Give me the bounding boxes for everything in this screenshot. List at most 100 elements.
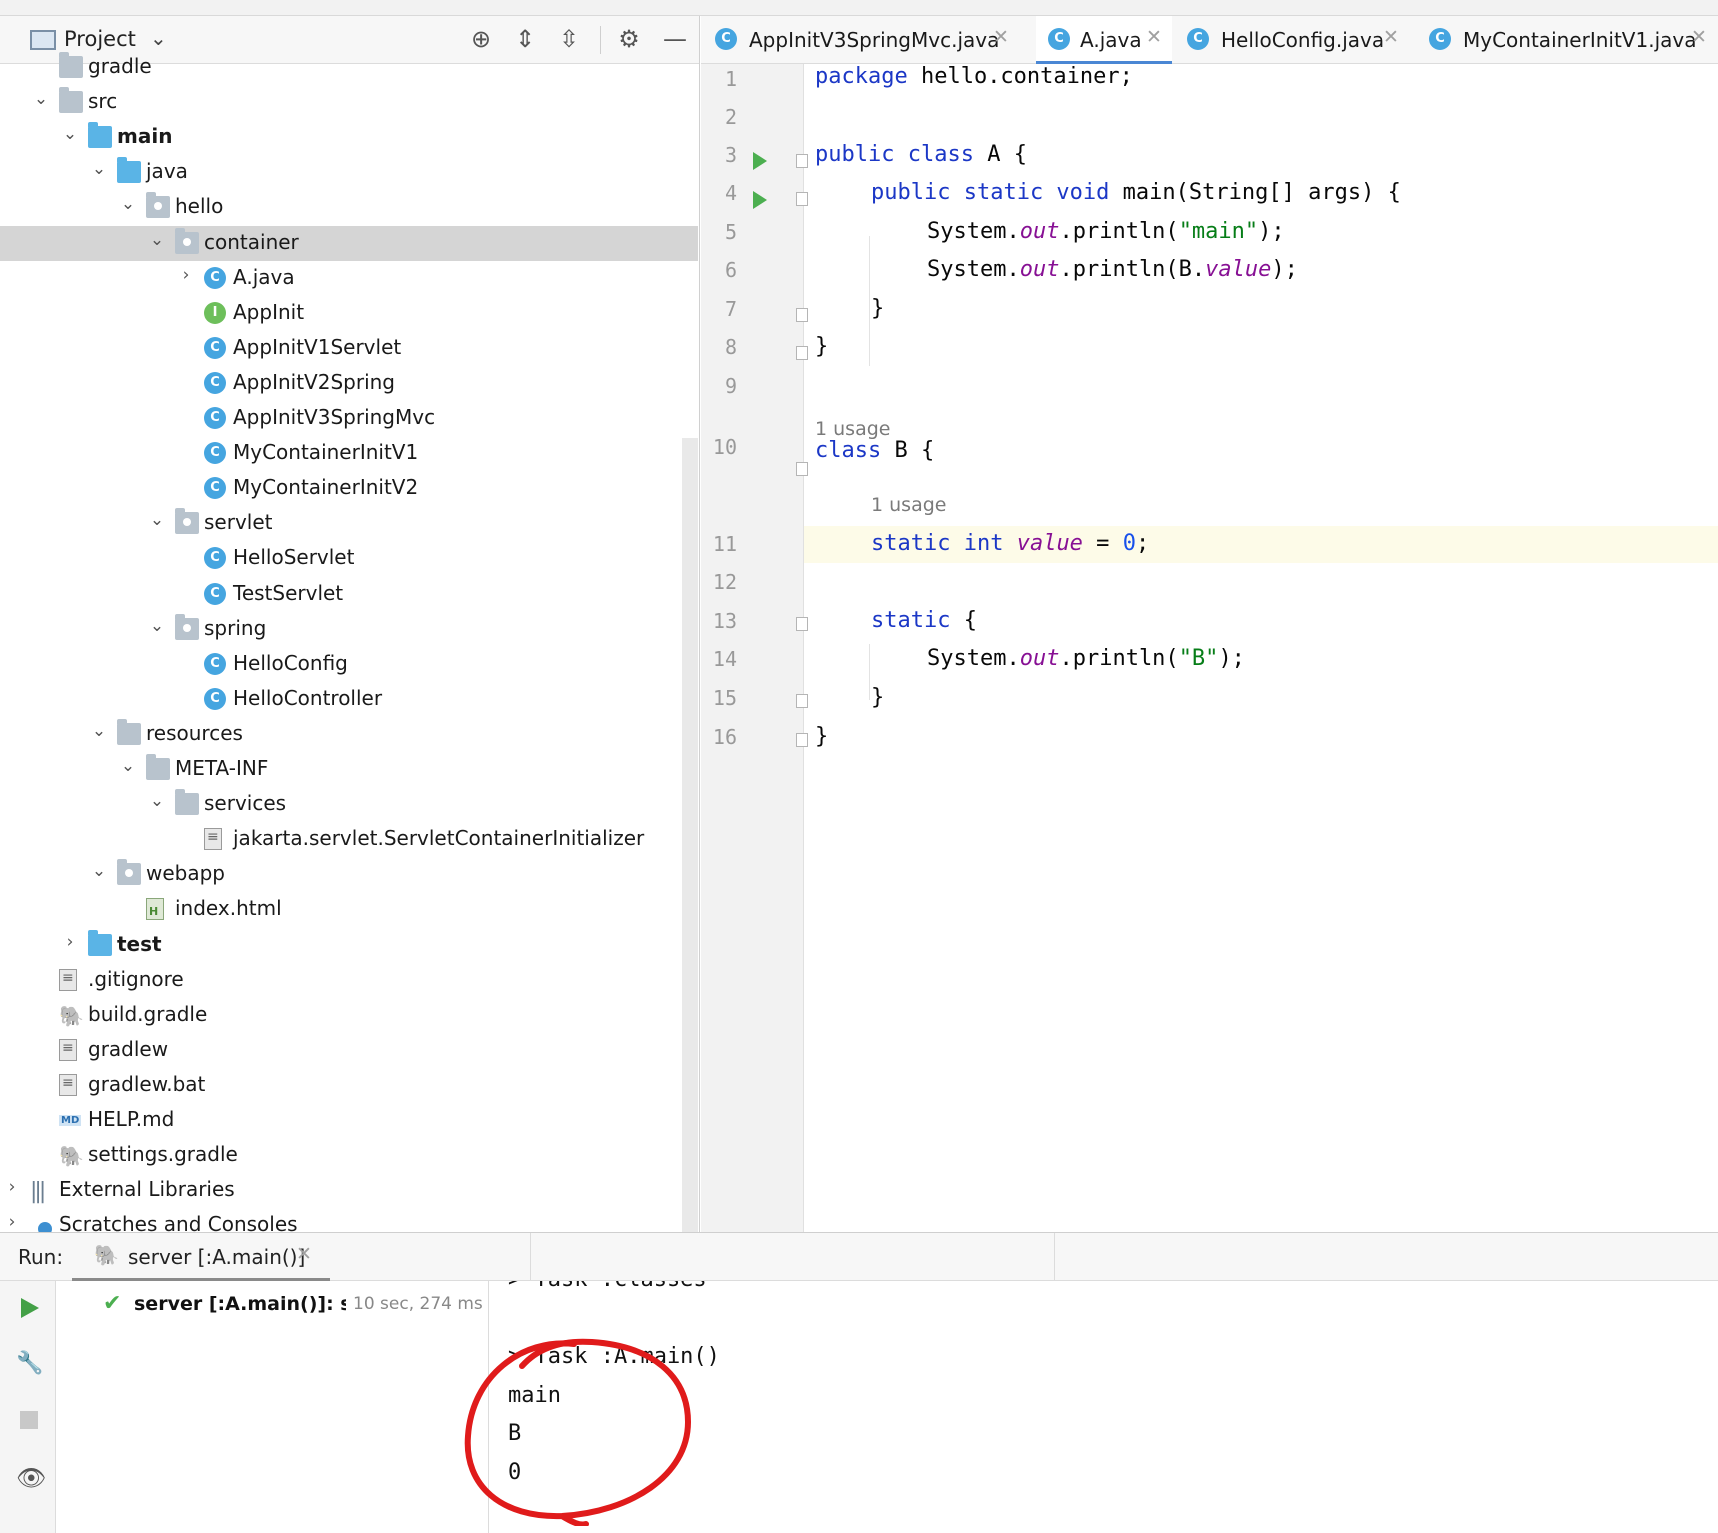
tree-item[interactable]: ⌄ servlet <box>0 506 698 541</box>
indent-guide <box>869 236 870 366</box>
chevron-down-icon[interactable]: ⌄ <box>31 89 51 109</box>
code-text: } <box>815 334 829 359</box>
tree-item[interactable]: ⌄ src <box>0 85 698 120</box>
tree-item[interactable]: C HelloServlet <box>0 541 698 576</box>
fold-marker[interactable] <box>796 154 808 168</box>
tree-item[interactable]: gradle <box>0 50 698 85</box>
tree-item[interactable]: ⌄ hello <box>0 190 698 225</box>
tree-item[interactable]: I AppInit <box>0 296 698 331</box>
tree-item[interactable]: C AppInitV1Servlet <box>0 331 698 366</box>
tree-item[interactable]: C AppInitV3SpringMvc <box>0 401 698 436</box>
fold-marker[interactable] <box>796 733 808 747</box>
folder-icon <box>146 754 170 780</box>
code-line-7: } <box>871 296 884 321</box>
gradle-icon: 🐘 <box>59 1003 84 1028</box>
tree-item[interactable]: › test <box>0 928 698 963</box>
chevron-right-icon[interactable]: › <box>2 1212 22 1232</box>
tree-item[interactable]: jakarta.servlet.ServletContainerInitiali… <box>0 822 698 857</box>
tree-item[interactable]: C MyContainerInitV1 <box>0 436 698 471</box>
run-title: Run: <box>18 1245 64 1269</box>
fold-marker[interactable] <box>796 308 808 322</box>
code-line-15: } <box>871 685 884 710</box>
gradle-icon: 🐘 <box>94 1243 119 1267</box>
code-text: .println( <box>1059 219 1179 244</box>
run-result-item[interactable]: server [:A.main()]: suc <box>134 1293 346 1315</box>
tree-item[interactable]: 🐘 settings.gradle <box>0 1138 698 1173</box>
fold-marker[interactable] <box>796 694 808 708</box>
close-icon[interactable]: ✕ <box>1691 26 1707 48</box>
close-icon[interactable]: ✕ <box>1383 26 1399 48</box>
tab-label: HelloConfig.java <box>1221 28 1385 52</box>
code-line-8: } <box>815 334 828 359</box>
tree-item[interactable]: ⌄ webapp <box>0 857 698 892</box>
class-icon: C <box>204 336 226 359</box>
tree-scrollbar[interactable] <box>682 438 698 1232</box>
run-panel-header: Run: 🐘 server [:A.main()] ✕ <box>0 1233 1718 1281</box>
tree-item[interactable]: C MyContainerInitV2 <box>0 471 698 506</box>
tree-item[interactable]: ⌄ spring <box>0 612 698 647</box>
tree-item[interactable]: › Scratches and Consoles <box>0 1208 698 1232</box>
editor-tab-bar: C AppInitV3SpringMvc.java ✕ C A.java ✕ C… <box>701 16 1718 64</box>
eye-icon[interactable]: 👁 <box>16 1465 46 1491</box>
field: out <box>1019 257 1060 282</box>
settings-wrench-icon[interactable]: 🔧 <box>16 1351 43 1377</box>
run-duration: 10 sec, 274 ms <box>353 1294 483 1314</box>
chevron-right-icon[interactable]: › <box>176 265 196 285</box>
class-icon: C <box>204 652 226 675</box>
chevron-down-icon[interactable]: ⌄ <box>147 510 167 530</box>
tree-item[interactable]: › C A.java <box>0 261 698 296</box>
chevron-down-icon[interactable]: ⌄ <box>150 26 167 50</box>
tree-item[interactable]: ⌄ META-INF <box>0 752 698 787</box>
tree-item[interactable]: HELP.md <box>0 1103 698 1138</box>
usage-hint[interactable]: 1 usage <box>871 494 946 516</box>
tree-item[interactable]: ⌄ container <box>0 225 698 261</box>
fold-marker[interactable] <box>796 617 808 631</box>
tree-item[interactable]: C HelloController <box>0 682 698 717</box>
tree-item[interactable]: 🐘 build.gradle <box>0 998 698 1033</box>
tree-item[interactable]: .gitignore <box>0 963 698 998</box>
close-icon[interactable]: ✕ <box>993 26 1009 48</box>
run-configuration-tab[interactable]: 🐘 server [:A.main()] ✕ <box>72 1233 330 1281</box>
fold-marker[interactable] <box>796 346 808 360</box>
close-icon[interactable]: ✕ <box>296 1243 312 1265</box>
tab-mycontainerinitv1[interactable]: C MyContainerInitV1.java ✕ <box>1419 16 1718 64</box>
chevron-down-icon[interactable]: ⌄ <box>147 230 167 250</box>
tree-item[interactable]: ⌄ resources <box>0 717 698 752</box>
package-icon <box>146 192 170 219</box>
tree-item[interactable]: ⌄ services <box>0 787 698 822</box>
tree-item[interactable]: ⌄ main <box>0 120 698 155</box>
rerun-button[interactable] <box>16 1295 42 1321</box>
chevron-down-icon[interactable]: ⌄ <box>118 756 138 776</box>
tree-item[interactable]: C HelloConfig <box>0 647 698 682</box>
chevron-down-icon[interactable]: ⌄ <box>147 791 167 811</box>
close-icon[interactable]: ✕ <box>1146 26 1162 48</box>
line-number: 14 <box>712 647 737 671</box>
tab-a-java[interactable]: C A.java ✕ <box>1036 16 1172 64</box>
tree-item[interactable]: C AppInitV2Spring <box>0 366 698 401</box>
stop-button[interactable] <box>16 1407 42 1433</box>
chevron-right-icon[interactable]: › <box>2 1177 22 1197</box>
tree-item[interactable]: › ||| External Libraries <box>0 1173 698 1208</box>
tab-appinitv3springmvc[interactable]: C AppInitV3SpringMvc.java ✕ <box>701 16 1013 64</box>
chevron-right-icon[interactable]: › <box>60 932 80 952</box>
chevron-down-icon[interactable]: ⌄ <box>147 616 167 636</box>
run-class-icon[interactable] <box>753 152 767 170</box>
tree-item[interactable]: gradlew <box>0 1033 698 1068</box>
fold-marker[interactable] <box>796 462 808 476</box>
fold-marker[interactable] <box>796 192 808 206</box>
chevron-down-icon[interactable]: ⌄ <box>60 124 80 144</box>
chevron-down-icon[interactable]: ⌄ <box>89 159 109 179</box>
tree-item[interactable]: ⌄ java <box>0 155 698 190</box>
tree-item[interactable]: gradlew.bat <box>0 1068 698 1103</box>
chevron-down-icon[interactable]: ⌄ <box>89 861 109 881</box>
tree-item[interactable]: C TestServlet <box>0 577 698 612</box>
usage-hint[interactable]: 1 usage <box>815 418 890 440</box>
tab-helloconfig[interactable]: C HelloConfig.java ✕ <box>1181 16 1401 64</box>
project-view-selector[interactable]: Project <box>64 27 136 51</box>
code-editor[interactable]: 1 usage 1 usage package hello.container;… <box>701 64 1718 1232</box>
tree-item[interactable]: index.html <box>0 892 698 927</box>
run-main-icon[interactable] <box>753 191 767 209</box>
chevron-down-icon[interactable]: ⌄ <box>118 194 138 214</box>
chevron-down-icon[interactable]: ⌄ <box>89 721 109 741</box>
console-output[interactable]: > Task :classes > Task :A.main() main B 0 <box>490 1281 1718 1533</box>
